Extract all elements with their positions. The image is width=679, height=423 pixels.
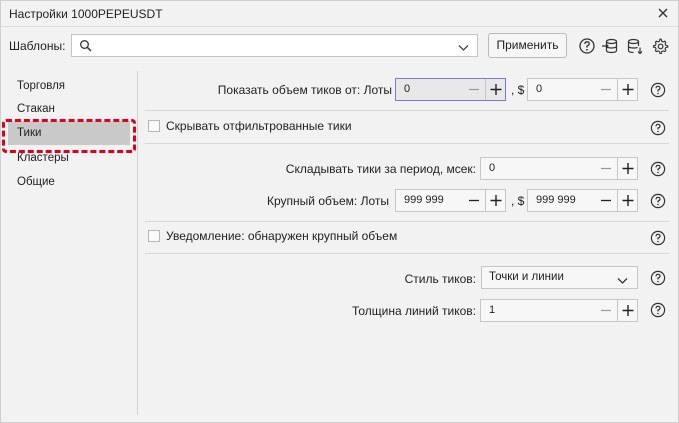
divider bbox=[145, 143, 669, 144]
show-volume-lots-stepper[interactable]: 0 bbox=[395, 78, 506, 101]
plus-icon[interactable] bbox=[617, 190, 637, 211]
minus-icon[interactable] bbox=[595, 79, 617, 100]
help-icon[interactable] bbox=[650, 270, 666, 286]
hide-filtered-checkbox[interactable] bbox=[148, 120, 160, 132]
large-volume-label: Крупный объем: Лоты bbox=[267, 194, 389, 208]
sidebar-item-trading[interactable]: Торговля bbox=[8, 74, 130, 98]
help-icon[interactable] bbox=[650, 161, 666, 177]
save-template-icon[interactable] bbox=[626, 37, 644, 55]
settings-window: Настройки 1000PEPEUSDT Шаблоны: Применит… bbox=[0, 0, 679, 423]
large-volume-usd-stepper[interactable]: 999 999 bbox=[527, 189, 638, 212]
line-width-stepper[interactable]: 1 bbox=[480, 299, 638, 322]
settings-sidebar: Торговля Стакан Тики Кластеры Общие bbox=[1, 71, 138, 415]
minus-icon[interactable] bbox=[595, 190, 617, 211]
line-width-label: Толщина линий тиков: bbox=[351, 304, 476, 318]
close-button[interactable] bbox=[654, 4, 672, 22]
import-template-icon[interactable] bbox=[601, 37, 619, 55]
sum-period-stepper[interactable]: 0 bbox=[480, 157, 638, 180]
tick-style-value: Точки и линии bbox=[489, 271, 564, 283]
hide-filtered-checkbox-row[interactable]: Скрывать отфильтрованные тики bbox=[148, 119, 448, 135]
notify-large-checkbox[interactable] bbox=[148, 230, 160, 242]
notify-large-label: Уведомление: обнаружен крупный объем bbox=[166, 229, 398, 243]
show-volume-lots-value: 0 bbox=[404, 83, 411, 95]
show-volume-usd-label: , $ bbox=[511, 83, 525, 97]
minus-icon[interactable] bbox=[595, 158, 617, 179]
minus-icon[interactable] bbox=[463, 79, 485, 100]
help-icon[interactable] bbox=[650, 120, 666, 136]
help-icon[interactable] bbox=[650, 302, 666, 318]
help-icon[interactable] bbox=[650, 230, 666, 246]
sidebar-item-orderbook[interactable]: Стакан bbox=[8, 97, 130, 121]
templates-row: Шаблоны: Применить bbox=[1, 31, 678, 61]
divider bbox=[145, 110, 669, 111]
line-width-value: 1 bbox=[489, 304, 496, 316]
sidebar-item-general[interactable]: Общие bbox=[8, 170, 130, 194]
minus-icon[interactable] bbox=[595, 300, 617, 321]
divider bbox=[145, 253, 669, 254]
search-icon bbox=[79, 39, 93, 56]
ticks-settings-panel: Показать объем тиков от: Лоты 0 , $ 0 Ск… bbox=[139, 71, 679, 415]
plus-icon[interactable] bbox=[485, 190, 505, 211]
plus-icon[interactable] bbox=[617, 158, 637, 179]
show-volume-usd-stepper[interactable]: 0 bbox=[527, 78, 638, 101]
large-volume-usd-value: 999 999 bbox=[536, 194, 576, 206]
sidebar-item-ticks[interactable]: Тики bbox=[8, 121, 130, 145]
notify-large-checkbox-row[interactable]: Уведомление: обнаружен крупный объем bbox=[148, 229, 448, 245]
help-icon[interactable] bbox=[578, 37, 596, 55]
sidebar-item-clusters[interactable]: Кластеры bbox=[8, 146, 130, 170]
chevron-down-icon[interactable] bbox=[458, 41, 469, 55]
close-icon bbox=[658, 8, 668, 18]
sum-period-label: Складывать тики за период, мсек: bbox=[285, 162, 476, 176]
plus-icon[interactable] bbox=[617, 79, 637, 100]
large-volume-lots-value: 999 999 bbox=[404, 194, 444, 206]
templates-search-select[interactable] bbox=[71, 34, 478, 57]
large-volume-lots-stepper[interactable]: 999 999 bbox=[395, 189, 506, 212]
sum-period-value: 0 bbox=[489, 162, 496, 174]
help-icon[interactable] bbox=[650, 82, 666, 98]
show-volume-label: Показать объем тиков от: Лоты bbox=[217, 83, 392, 97]
window-title: Настройки 1000PEPEUSDT bbox=[9, 7, 163, 21]
chevron-down-icon bbox=[617, 274, 628, 288]
title-bar: Настройки 1000PEPEUSDT bbox=[1, 1, 678, 27]
apply-button[interactable]: Применить bbox=[488, 33, 567, 58]
tick-style-label: Стиль тиков: bbox=[404, 272, 476, 286]
tick-style-dropdown[interactable]: Точки и линии bbox=[481, 266, 638, 289]
show-volume-usd-value: 0 bbox=[536, 83, 543, 95]
plus-icon[interactable] bbox=[617, 300, 637, 321]
large-volume-usd-label: , $ bbox=[511, 194, 525, 208]
templates-label: Шаблоны: bbox=[9, 39, 66, 53]
divider bbox=[145, 221, 669, 222]
plus-icon[interactable] bbox=[485, 79, 505, 100]
minus-icon[interactable] bbox=[463, 190, 485, 211]
help-icon[interactable] bbox=[650, 193, 666, 209]
hide-filtered-label: Скрывать отфильтрованные тики bbox=[166, 119, 352, 133]
gear-icon[interactable] bbox=[651, 37, 669, 55]
